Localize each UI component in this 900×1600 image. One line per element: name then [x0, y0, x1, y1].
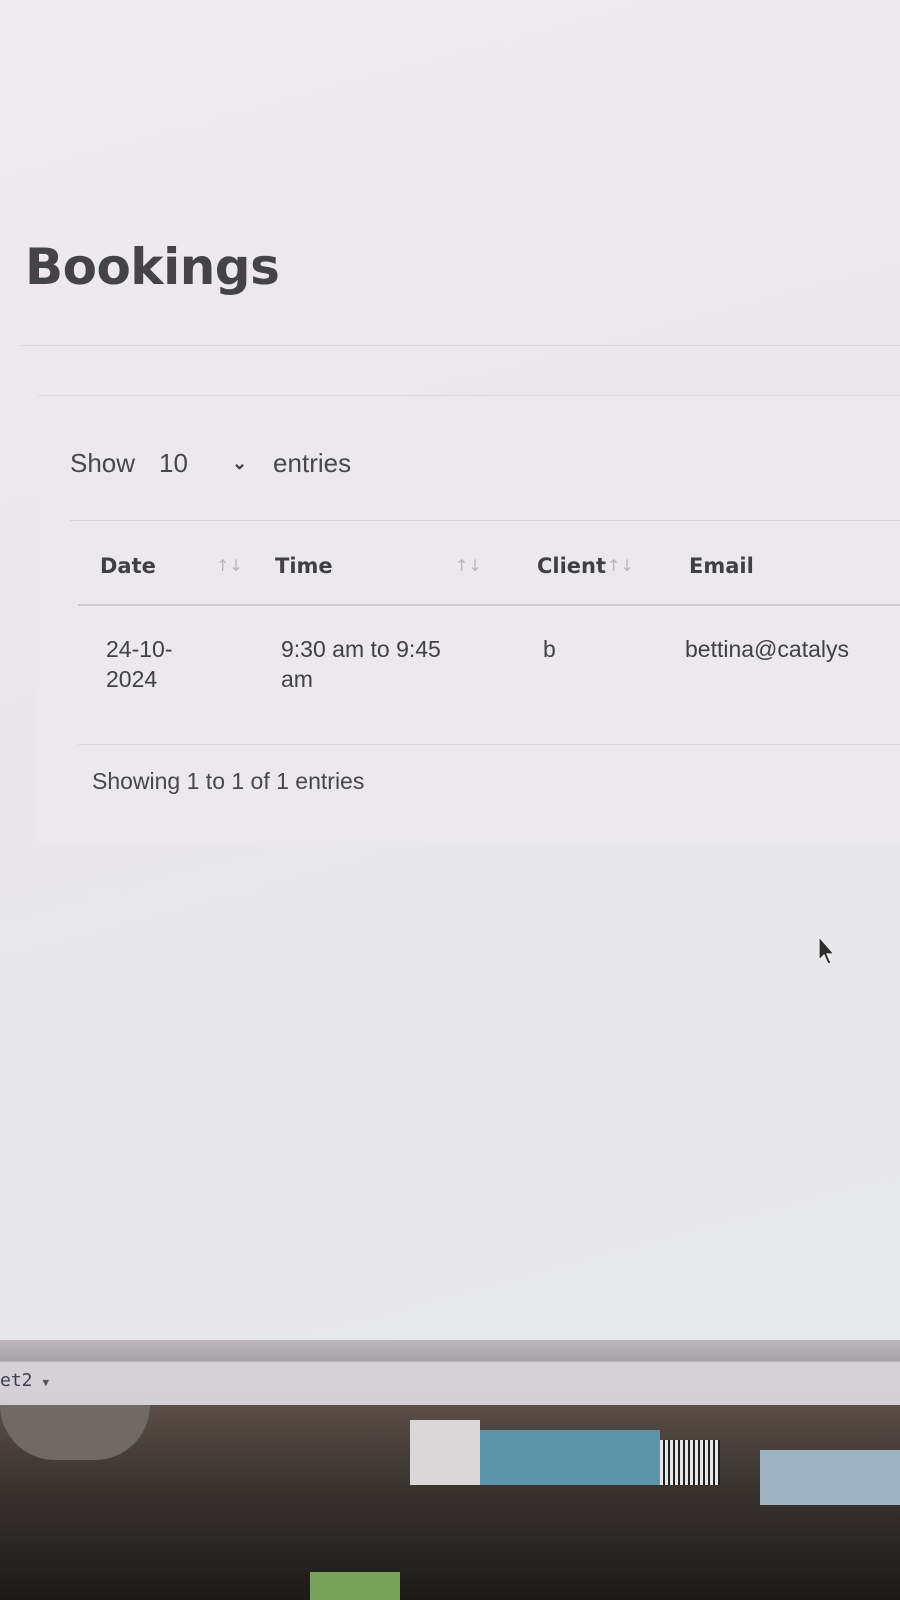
desk-object [310, 1572, 400, 1600]
cell-date: 24-10-2024 [78, 605, 253, 745]
cell-client: b [515, 605, 667, 745]
desk-object [410, 1420, 480, 1485]
show-label: Show [70, 447, 136, 478]
bookings-table: Date ↑↓ Time ↑↓ Client ↑↓ Email 24-10-20… [78, 528, 900, 745]
table-info: Showing 1 to 1 of 1 entries [92, 768, 365, 794]
monitor-screen: Bookings Show 10 ⌄ entries Date ↑↓ Time … [0, 0, 900, 1410]
taskbar-item-label: et2 [0, 1370, 33, 1391]
desk-object [760, 1450, 900, 1505]
page-title: Bookings [25, 238, 280, 296]
barcode-label [660, 1440, 720, 1485]
sort-icon: ↑↓ [216, 556, 243, 575]
sort-icon: ↑↓ [607, 556, 634, 575]
column-label-client: Client [537, 554, 607, 578]
column-header-client[interactable]: Client ↑↓ [515, 528, 667, 606]
taskbar-item[interactable]: et2 ▼ [0, 1370, 49, 1391]
caret-down-icon: ▼ [42, 1376, 50, 1389]
sort-icon: ↑↓ [455, 556, 482, 575]
cell-time: 9:30 am to 9:45 am [253, 605, 515, 745]
column-header-email[interactable]: Email [667, 528, 900, 606]
entries-label: entries [273, 447, 352, 478]
column-header-date[interactable]: Date ↑↓ [78, 528, 253, 606]
column-label-time: Time [275, 554, 333, 578]
table-header-row: Date ↑↓ Time ↑↓ Client ↑↓ Email [78, 528, 900, 606]
table-row: 24-10-2024 9:30 am to 9:45 am b bettina@… [78, 605, 900, 745]
monitor-bezel [0, 1340, 900, 1410]
entries-per-page-select[interactable]: 10 ⌄ [153, 437, 253, 489]
mouse-cursor-icon [818, 936, 836, 965]
table-top-border [70, 520, 900, 521]
column-header-time[interactable]: Time ↑↓ [253, 528, 515, 606]
entries-length-control: Show 10 ⌄ entries [70, 445, 351, 481]
column-label-date: Date [100, 554, 156, 578]
cell-email: bettina@catalys [667, 605, 900, 745]
column-label-email: Email [689, 554, 754, 578]
content-panel: Bookings Show 10 ⌄ entries Date ↑↓ Time … [0, 0, 900, 1340]
desk-object [480, 1430, 660, 1485]
title-divider [20, 345, 900, 346]
chevron-down-icon: ⌄ [231, 452, 248, 473]
entries-per-page-value: 10 [159, 447, 188, 478]
